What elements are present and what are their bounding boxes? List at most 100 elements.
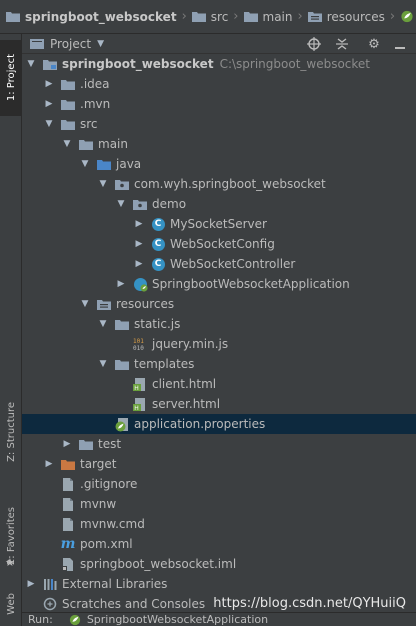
folder-icon: [114, 316, 130, 332]
tree-label: mvnw: [80, 497, 117, 511]
tree-row-target[interactable]: ▶ target: [22, 454, 416, 474]
collapsed-arrow-icon[interactable]: ▶: [116, 279, 126, 289]
tree-row-idea[interactable]: ▶ .idea: [22, 74, 416, 94]
collapsed-arrow-icon[interactable]: ▶: [44, 99, 54, 109]
tree-row-package[interactable]: ▼ com.wyh.springboot_websocket: [22, 174, 416, 194]
chevron-right-icon: ›: [181, 9, 187, 24]
run-config-tab[interactable]: SpringbootWebsocketApplication: [87, 613, 268, 626]
expand-arrow-icon[interactable]: ▼: [62, 139, 72, 149]
hide-icon[interactable]: [392, 36, 408, 52]
spring-class-icon: [132, 276, 148, 292]
chevron-right-icon: ›: [297, 9, 303, 24]
spring-properties-icon: [114, 416, 130, 432]
tab-web[interactable]: Web: [0, 586, 22, 622]
collapsed-arrow-icon[interactable]: ▶: [44, 459, 54, 469]
tree-row-demo[interactable]: ▼ demo: [22, 194, 416, 214]
expand-arrow-icon[interactable]: ▼: [80, 159, 90, 169]
tree-row-class[interactable]: ▶ C WebSocketConfig: [22, 234, 416, 254]
library-icon: [42, 576, 58, 592]
expand-arrow-icon[interactable]: ▼: [116, 199, 126, 209]
tree-row-file[interactable]: H server.html: [22, 394, 416, 414]
breadcrumb-label: springboot_websocket: [25, 9, 177, 24]
breadcrumb-item-main[interactable]: main: [243, 9, 293, 24]
excluded-folder-icon: [60, 456, 76, 472]
locate-icon[interactable]: [306, 36, 322, 52]
tab-structure-label: Z: Structure: [5, 402, 17, 462]
tree-row-test[interactable]: ▶ test: [22, 434, 416, 454]
expand-arrow-icon[interactable]: ▼: [98, 359, 108, 369]
chevron-right-icon: ›: [233, 9, 239, 24]
binary-file-icon: 101 010: [132, 336, 148, 352]
html-file-icon: H: [132, 376, 148, 392]
breadcrumb: springboot_websocket › src › main › reso…: [0, 0, 416, 34]
breadcrumb-label: src: [210, 9, 229, 24]
tree-row-app-class[interactable]: ▶ SpringbootWebsocketApplication: [22, 274, 416, 294]
tree-row-file[interactable]: .gitignore: [22, 474, 416, 494]
expand-arrow-icon[interactable]: ▼: [98, 319, 108, 329]
breadcrumb-label: main: [262, 9, 293, 24]
class-icon: C: [150, 236, 166, 252]
tab-project[interactable]: 1: Project: [0, 40, 22, 116]
folder-icon: [60, 76, 76, 92]
tree-row-root[interactable]: ▼ springboot_websocket C:\springboot_web…: [22, 54, 416, 74]
tree-row-resources[interactable]: ▼ resources: [22, 294, 416, 314]
tree-row-class[interactable]: ▶ C WebSocketController: [22, 254, 416, 274]
tree-path: C:\springboot_websocket: [219, 57, 371, 71]
collapsed-arrow-icon[interactable]: ▶: [134, 239, 144, 249]
project-view-title[interactable]: Project: [50, 37, 91, 51]
expand-arrow-icon[interactable]: ▼: [44, 119, 54, 129]
tree-label: server.html: [152, 397, 221, 411]
expand-arrow-icon[interactable]: ▼: [98, 179, 108, 189]
tree-label: springboot_websocket.iml: [80, 557, 237, 571]
tree-label: WebSocketController: [170, 257, 296, 271]
breadcrumb-item-application[interactable]: applicat: [400, 10, 416, 24]
tree-label: .gitignore: [80, 477, 138, 491]
tree-label: static.js: [134, 317, 181, 331]
tree-row-file[interactable]: mvnw: [22, 494, 416, 514]
source-folder-icon: [96, 156, 112, 172]
class-icon: C: [150, 256, 166, 272]
folder-icon: [60, 96, 76, 112]
tree-label: pom.xml: [80, 537, 133, 551]
tree-row-file-selected[interactable]: application.properties: [22, 414, 416, 434]
tab-structure[interactable]: Z: Structure: [0, 394, 22, 470]
collapsed-arrow-icon[interactable]: ▶: [134, 259, 144, 269]
tree-label: test: [98, 437, 122, 451]
tree-row-file[interactable]: mvnw.cmd: [22, 514, 416, 534]
tree-row-static[interactable]: ▼ static.js: [22, 314, 416, 334]
collapsed-arrow-icon[interactable]: ▶: [62, 439, 72, 449]
tree-row-main[interactable]: ▼ main: [22, 134, 416, 154]
scratches-icon: [42, 596, 58, 612]
tree-row-mvn[interactable]: ▶ .mvn: [22, 94, 416, 114]
collapsed-arrow-icon[interactable]: ▶: [26, 579, 36, 589]
breadcrumb-item-project[interactable]: springboot_websocket: [6, 10, 177, 24]
spring-icon: [67, 613, 83, 626]
collapse-icon[interactable]: [334, 36, 350, 52]
module-folder-icon: [42, 56, 58, 72]
tree-row-external-libs[interactable]: ▶ External Libraries: [22, 574, 416, 594]
tree-row-file[interactable]: H client.html: [22, 374, 416, 394]
tree-label: src: [80, 117, 98, 131]
svg-text:H: H: [134, 405, 139, 412]
tree-row-templates[interactable]: ▼ templates: [22, 354, 416, 374]
tree-row-java[interactable]: ▼ java: [22, 154, 416, 174]
tree-label: templates: [134, 357, 195, 371]
expand-arrow-icon[interactable]: ▼: [26, 59, 36, 69]
breadcrumb-item-resources[interactable]: resources: [307, 10, 385, 24]
tree-row-file[interactable]: springboot_websocket.iml: [22, 554, 416, 574]
tree-row-class[interactable]: ▶ C MySocketServer: [22, 214, 416, 234]
gear-icon[interactable]: ⚙: [366, 36, 382, 52]
chevron-down-icon[interactable]: ▼: [97, 39, 104, 49]
tree-row-file[interactable]: 101 010 jquery.min.js: [22, 334, 416, 354]
tree-label: demo: [152, 197, 187, 211]
tab-project-label: 1: Project: [5, 54, 17, 102]
collapsed-arrow-icon[interactable]: ▶: [134, 219, 144, 229]
tree-label: resources: [116, 297, 175, 311]
svg-text:101: 101: [133, 338, 144, 345]
expand-arrow-icon[interactable]: ▼: [80, 299, 90, 309]
tree-row-file[interactable]: m pom.xml: [22, 534, 416, 554]
tree-row-src[interactable]: ▼ src: [22, 114, 416, 134]
breadcrumb-item-src[interactable]: src: [191, 9, 229, 24]
collapsed-arrow-icon[interactable]: ▶: [44, 79, 54, 89]
project-panel-header: Project ▼ ⚙: [22, 34, 416, 54]
